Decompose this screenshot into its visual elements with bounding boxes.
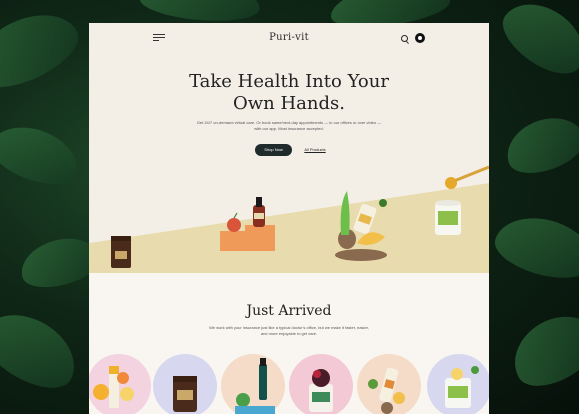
section-title: Just Arrived (246, 303, 332, 319)
website-preview: Puri-vit Take Health Into Your Own Hands… (89, 23, 489, 414)
product-image (368, 367, 405, 414)
shop-now-button[interactable]: Shop Now (255, 144, 292, 156)
product-image (445, 366, 479, 408)
product-card-5[interactable] (357, 354, 421, 414)
product-card-4[interactable] (289, 354, 353, 414)
product-image (235, 358, 275, 414)
hero-subtitle: Get 24/7 on-demand virtual care. Or book… (196, 120, 382, 131)
just-arrived-section: Just Arrived We work with your insurance… (89, 273, 489, 414)
search-icon[interactable] (401, 35, 408, 42)
hero-illustration (89, 163, 489, 273)
top-navigation: Puri-vit (89, 23, 489, 53)
product-card-1[interactable] (89, 354, 151, 414)
product-image (93, 366, 134, 408)
brand-logo[interactable]: Puri-vit (89, 32, 489, 43)
hero-title: Take Health Into Your Own Hands. (189, 71, 389, 114)
supplement-jar (111, 236, 131, 268)
hero-product-scene (89, 163, 489, 273)
product-image (309, 369, 333, 412)
product-card-6[interactable] (427, 354, 489, 414)
product-image (173, 376, 197, 412)
product-card-3[interactable] (221, 354, 285, 414)
product-card-2[interactable] (153, 354, 217, 414)
account-icon[interactable] (415, 33, 425, 43)
section-subtitle: We work with your insurance just like a … (209, 325, 369, 336)
all-products-link[interactable]: All Products (301, 144, 329, 156)
